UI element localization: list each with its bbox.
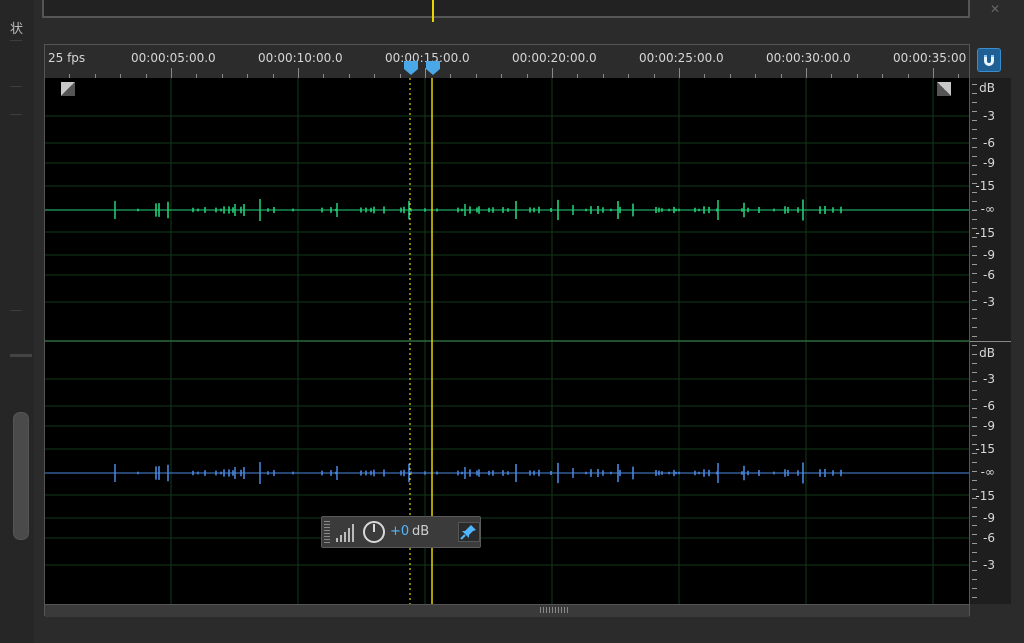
horizontal-scrollbar[interactable] <box>45 604 969 617</box>
marker-in-handle[interactable] <box>402 59 420 77</box>
hud-drag-grip[interactable] <box>324 521 330 543</box>
fade-in-handle-icon[interactable] <box>61 82 75 96</box>
close-icon[interactable]: ✕ <box>990 2 1000 16</box>
ruler-major-tick <box>933 68 934 78</box>
db-tick <box>972 93 977 94</box>
ruler-major-tick <box>679 68 680 78</box>
db-tick <box>972 327 977 328</box>
db-tick <box>972 183 977 184</box>
waveform-canvas <box>45 78 969 604</box>
pin-icon <box>460 525 476 540</box>
db-scale-ticks <box>970 78 1011 604</box>
power-knob-icon[interactable] <box>362 520 386 544</box>
db-tick <box>972 228 977 229</box>
marker-out-handle[interactable] <box>424 59 442 77</box>
db-tick <box>972 291 977 292</box>
volume-bars-icon <box>336 524 354 542</box>
db-tick <box>972 156 977 157</box>
db-tick <box>972 570 977 571</box>
db-tick <box>972 354 977 355</box>
db-tick <box>972 345 977 346</box>
left-side-panel: 状 <box>0 0 34 643</box>
fade-out-handle-icon[interactable] <box>937 82 951 96</box>
db-tick <box>972 471 977 472</box>
db-tick <box>972 534 977 535</box>
snap-magnet-button[interactable] <box>977 48 1001 72</box>
left-panel-divider <box>10 114 22 115</box>
db-tick <box>972 435 977 436</box>
db-tick <box>972 201 977 202</box>
db-tick <box>972 444 977 445</box>
db-tick <box>972 381 977 382</box>
db-tick <box>972 363 977 364</box>
db-tick <box>972 147 977 148</box>
db-tick <box>972 210 977 211</box>
db-tick <box>972 264 977 265</box>
db-tick <box>972 84 977 85</box>
db-tick <box>972 336 977 337</box>
db-tick <box>972 111 977 112</box>
db-tick <box>972 300 977 301</box>
db-scale: dB -3 -6 -9 -15 -∞ -15 -9 -6 -3 dB -3 -6… <box>969 78 1011 604</box>
db-tick <box>972 165 977 166</box>
db-tick <box>972 372 977 373</box>
bottom-strip <box>36 618 1010 643</box>
left-panel-separator <box>10 354 32 357</box>
db-tick <box>972 102 977 103</box>
left-panel-divider <box>10 310 22 311</box>
db-tick <box>972 255 977 256</box>
ruler-major-tick <box>552 68 553 78</box>
scrollbar-grip[interactable] <box>540 607 570 613</box>
db-tick <box>972 408 977 409</box>
db-tick <box>972 498 977 499</box>
db-tick <box>972 552 977 553</box>
db-tick <box>972 390 977 391</box>
db-tick <box>972 282 977 283</box>
db-tick <box>972 318 977 319</box>
db-tick <box>972 129 977 130</box>
db-tick <box>972 219 977 220</box>
gain-hud[interactable]: +0 dB <box>321 516 481 548</box>
left-panel-divider <box>10 86 22 87</box>
db-tick <box>972 489 977 490</box>
left-panel-glyph: 状 <box>10 22 24 37</box>
pin-button[interactable] <box>458 522 480 542</box>
db-tick <box>972 426 977 427</box>
db-tick <box>972 543 977 544</box>
ruler-major-tick <box>171 68 172 78</box>
db-tick <box>972 417 977 418</box>
db-tick <box>972 174 977 175</box>
db-tick <box>972 192 977 193</box>
db-tick <box>972 120 977 121</box>
db-tick <box>972 588 977 589</box>
db-tick <box>972 237 977 238</box>
db-tick <box>972 273 977 274</box>
ruler-major-tick <box>298 68 299 78</box>
db-tick <box>972 561 977 562</box>
overview-range-slot[interactable] <box>42 0 970 18</box>
db-tick <box>972 507 977 508</box>
db-tick <box>972 309 977 310</box>
db-tick <box>972 246 977 247</box>
db-tick <box>972 453 977 454</box>
gain-unit: dB <box>412 524 430 539</box>
left-panel-divider <box>10 40 22 41</box>
db-tick <box>972 597 977 598</box>
db-tick <box>972 579 977 580</box>
time-ruler[interactable]: 25 fps 00:00:05:00.0 00:00:10:00.0 00:00… <box>45 45 969 79</box>
waveform-plot[interactable] <box>45 78 969 604</box>
gain-value[interactable]: +0 <box>390 524 409 539</box>
magnet-icon <box>984 55 994 66</box>
db-tick <box>972 525 977 526</box>
db-tick <box>972 462 977 463</box>
left-panel-scrollbar[interactable] <box>13 412 29 540</box>
db-tick <box>972 399 977 400</box>
ruler-ticks <box>45 45 969 78</box>
db-tick <box>972 516 977 517</box>
overview-playhead <box>432 0 434 22</box>
db-tick <box>972 138 977 139</box>
db-tick <box>972 480 977 481</box>
ruler-major-tick <box>806 68 807 78</box>
